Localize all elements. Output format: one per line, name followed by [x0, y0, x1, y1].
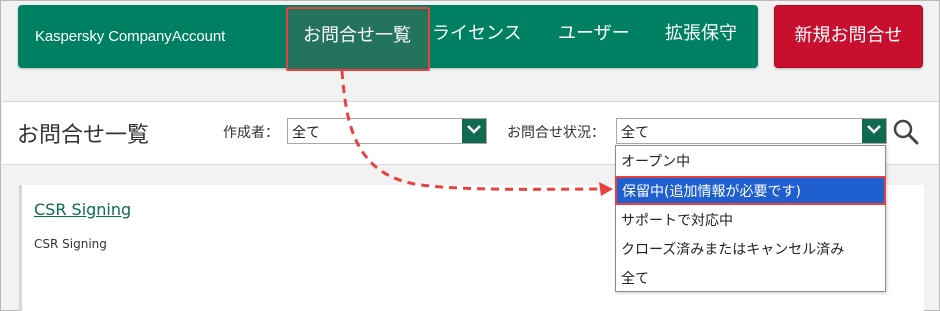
- status-select-value: 全て: [621, 125, 649, 141]
- nav-item-users[interactable]: ユーザー: [558, 21, 630, 47]
- window-frame: Kaspersky CompanyAccount お問合せ一覧 ライセンス ユー…: [0, 0, 940, 311]
- status-dropdown-list: オープン中 保留中(追加情報が必要です) サポートで対応中 クローズ済みまたはキ…: [615, 145, 886, 292]
- status-option-all[interactable]: 全て: [616, 263, 885, 292]
- inquiry-title-link[interactable]: CSR Signing: [34, 200, 131, 219]
- nav-item-licenses[interactable]: ライセンス: [432, 21, 522, 47]
- top-navbar: Kaspersky CompanyAccount お問合せ一覧 ライセンス ユー…: [18, 5, 758, 71]
- nav-item-inquiries[interactable]: お問合せ一覧: [286, 7, 430, 71]
- status-select[interactable]: 全て: [616, 118, 887, 144]
- new-inquiry-button[interactable]: 新規お問合せ: [774, 5, 923, 68]
- status-option-in-support[interactable]: サポートで対応中: [616, 205, 885, 234]
- status-option-on-hold[interactable]: 保留中(追加情報が必要です): [615, 176, 886, 205]
- chevron-down-icon[interactable]: [862, 119, 886, 143]
- nav-item-extended-support[interactable]: 拡張保守: [665, 21, 737, 47]
- status-option-closed[interactable]: クローズ済みまたはキャンセル済み: [616, 234, 885, 263]
- search-icon[interactable]: [892, 118, 920, 146]
- nav-item-inquiries-label: お問合せ一覧: [303, 25, 411, 46]
- chevron-down-icon[interactable]: [462, 119, 486, 143]
- brand-logo[interactable]: Kaspersky CompanyAccount: [35, 28, 225, 45]
- status-filter-label: お問合せ状況：: [507, 125, 605, 141]
- status-option-open[interactable]: オープン中: [616, 146, 885, 175]
- page-title: お問合せ一覧: [17, 123, 150, 148]
- creator-select[interactable]: 全て: [287, 118, 487, 144]
- creator-filter-label: 作成者：: [223, 125, 279, 141]
- creator-select-value: 全て: [292, 125, 320, 141]
- inquiry-description: CSR Signing: [34, 237, 107, 251]
